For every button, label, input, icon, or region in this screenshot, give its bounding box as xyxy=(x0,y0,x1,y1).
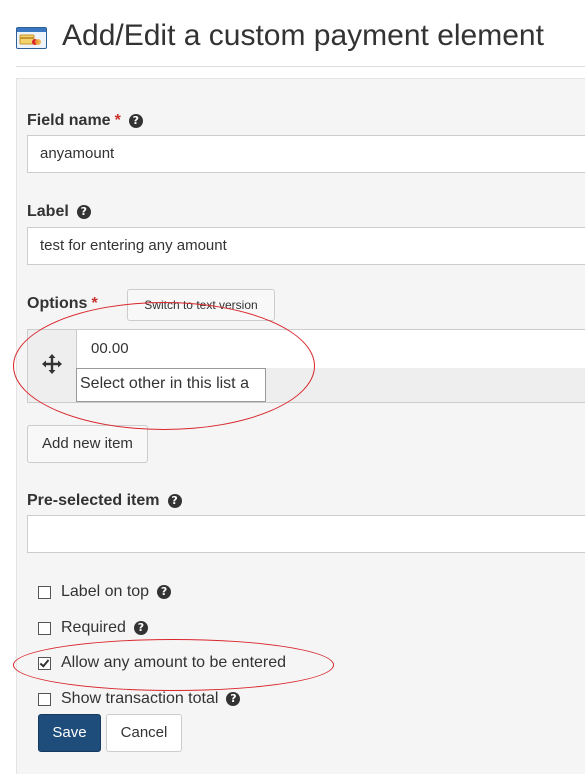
page-header: Add/Edit a custom payment element xyxy=(0,0,585,68)
add-new-item-button[interactable]: Add new item xyxy=(27,425,148,463)
options-label-text: Options xyxy=(27,295,88,312)
help-icon[interactable]: ? xyxy=(226,692,241,706)
preselected-item-input[interactable] xyxy=(27,515,585,553)
switch-to-text-version-button[interactable]: Switch to text version xyxy=(127,289,275,321)
help-icon[interactable]: ? xyxy=(167,494,182,508)
label-field-label-text: Label xyxy=(27,203,69,220)
required-marker: * xyxy=(114,112,121,129)
label-input[interactable]: test for entering any amount xyxy=(27,227,585,265)
cancel-button[interactable]: Cancel xyxy=(106,714,182,752)
show-transaction-total-checkbox-row[interactable]: Show transaction total ? xyxy=(38,688,241,710)
option-text-input[interactable]: Select other in this list a xyxy=(76,368,266,402)
required-marker: * xyxy=(91,295,98,312)
show-transaction-total-checkbox[interactable] xyxy=(38,692,51,706)
field-name-input[interactable]: anyamount xyxy=(27,135,585,173)
field-name-label-text: Field name xyxy=(27,112,111,129)
required-checkbox[interactable] xyxy=(38,621,51,635)
label-field-label: Label? xyxy=(27,203,91,221)
help-icon[interactable]: ? xyxy=(133,621,148,635)
option-value-input[interactable]: 00.00 xyxy=(76,330,585,368)
help-icon[interactable]: ? xyxy=(157,585,172,599)
field-name-label: Field name *? xyxy=(27,112,143,130)
show-transaction-total-text: Show transaction total xyxy=(61,690,219,707)
help-icon[interactable]: ? xyxy=(128,114,143,128)
option-item: 00.00 Select other in this list a xyxy=(27,329,585,403)
preselected-item-label: Pre-selected item? xyxy=(27,492,182,510)
custom-payment-element-page: Add/Edit a custom payment element Field … xyxy=(0,0,585,774)
payment-form-icon xyxy=(16,27,47,49)
header-divider xyxy=(16,66,585,67)
label-on-top-checkbox-row[interactable]: Label on top ? xyxy=(38,581,172,603)
allow-any-amount-text: Allow any amount to be entered xyxy=(61,654,287,671)
label-on-top-checkbox[interactable] xyxy=(38,585,51,599)
allow-any-amount-checkbox-row[interactable]: Allow any amount to be entered xyxy=(38,652,286,674)
preselected-item-label-text: Pre-selected item xyxy=(27,492,160,509)
save-button[interactable]: Save xyxy=(38,714,101,752)
move-arrows-icon xyxy=(42,353,62,379)
drag-handle[interactable] xyxy=(28,330,76,402)
required-text: Required xyxy=(61,619,126,636)
allow-any-amount-checkbox[interactable] xyxy=(38,656,51,670)
options-label: Options * xyxy=(27,295,98,313)
label-on-top-text: Label on top xyxy=(61,583,150,600)
help-icon[interactable]: ? xyxy=(76,205,91,219)
page-title: Add/Edit a custom payment element xyxy=(62,19,544,52)
required-checkbox-row[interactable]: Required ? xyxy=(38,617,148,639)
